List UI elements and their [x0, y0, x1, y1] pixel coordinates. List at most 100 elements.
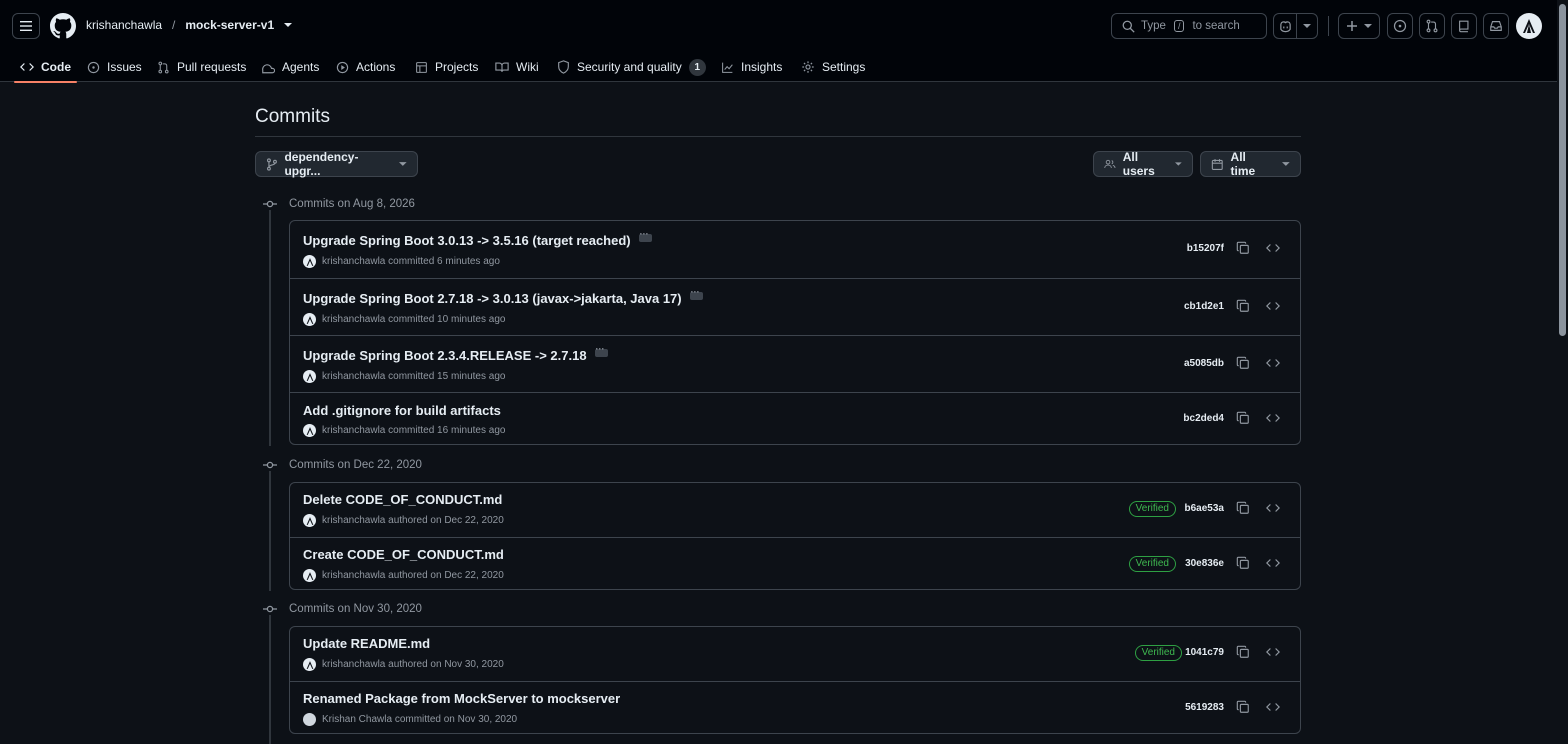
branch-name: dependency-upgr... [284, 150, 359, 178]
expand-message-button[interactable] [594, 344, 608, 357]
verified-badge[interactable]: Verified [1134, 645, 1182, 661]
scrollbar-thumb[interactable] [1559, 4, 1566, 336]
commit-sha[interactable]: b6ae53a [1185, 503, 1224, 514]
author-avatar[interactable] [303, 313, 316, 326]
copy-icon[interactable] [1236, 241, 1250, 255]
commit-row: Add .gitignore for build artifacts krish… [290, 392, 1300, 444]
issues-button[interactable] [1387, 13, 1413, 39]
time-filter-button[interactable]: All time [1200, 150, 1301, 178]
tab-pull-requests[interactable]: Pull requests [157, 52, 246, 82]
author-avatar[interactable] [303, 569, 316, 582]
commit-sha[interactable]: a5085db [1184, 358, 1224, 369]
breadcrumb-repo[interactable]: mock-server-v1 [185, 18, 274, 32]
tab-settings[interactable]: Settings [801, 52, 865, 82]
author-avatar[interactable] [303, 370, 316, 383]
commit-group-date: Commits on Nov 30, 2020 [289, 603, 422, 615]
commit-sha[interactable]: 5619283 [1185, 702, 1224, 713]
tab-label: Issues [107, 60, 142, 74]
pull-request-icon [1426, 19, 1438, 33]
commit-group-date: Commits on Aug 8, 2026 [289, 198, 415, 210]
user-avatar[interactable] [1516, 13, 1542, 39]
commit-message-link[interactable]: Renamed Package from MockServer to mocks… [303, 691, 620, 706]
search-input[interactable]: Type / to search [1111, 13, 1267, 39]
commit-author[interactable]: krishanchawla [322, 659, 385, 670]
copy-icon[interactable] [1236, 645, 1250, 659]
issue-icon [87, 61, 100, 73]
commit-message-link[interactable]: Upgrade Spring Boot 3.0.13 -> 3.5.16 (ta… [303, 233, 631, 248]
github-logo[interactable] [50, 13, 76, 39]
author-avatar[interactable] [303, 713, 316, 726]
copy-icon[interactable] [1236, 411, 1250, 425]
create-new-button[interactable] [1338, 13, 1380, 39]
copilot-button[interactable] [1273, 13, 1297, 39]
copy-icon[interactable] [1236, 356, 1250, 370]
browse-code-icon[interactable] [1266, 300, 1280, 312]
commit-message-link[interactable]: Upgrade Spring Boot 2.7.18 -> 3.0.13 (ja… [303, 291, 682, 306]
tab-wiki[interactable]: Wiki [495, 52, 539, 82]
inbox-button[interactable] [1483, 13, 1509, 39]
browse-code-icon[interactable] [1266, 242, 1280, 254]
author-avatar[interactable] [303, 658, 316, 671]
tab-code[interactable]: Code [14, 52, 77, 83]
browse-code-icon[interactable] [1266, 557, 1280, 569]
repositories-button[interactable] [1451, 13, 1477, 39]
commit-icon [263, 200, 277, 208]
tab-agents[interactable]: Agents [261, 52, 319, 82]
browse-code-icon[interactable] [1266, 412, 1280, 424]
commit-author[interactable]: krishanchawla [322, 256, 385, 267]
pull-request-icon [158, 61, 169, 73]
copilot-menu-button[interactable] [1296, 13, 1318, 39]
commit-message-link[interactable]: Upgrade Spring Boot 2.3.4.RELEASE -> 2.7… [303, 348, 587, 363]
commit-sha[interactable]: 1041c79 [1185, 647, 1224, 658]
commit-message-link[interactable]: Add .gitignore for build artifacts [303, 403, 501, 418]
breadcrumb-owner[interactable]: krishanchawla [86, 18, 162, 32]
commit-sha[interactable]: cb1d2e1 [1184, 301, 1224, 312]
commit-author[interactable]: krishanchawla [322, 371, 385, 382]
commit-title: Update README.md [303, 636, 430, 651]
commit-message-link[interactable]: Update README.md [303, 636, 430, 651]
expand-message-button[interactable] [638, 229, 652, 242]
author-avatar[interactable] [303, 255, 316, 268]
author-avatar[interactable] [303, 514, 316, 527]
copy-icon[interactable] [1236, 299, 1250, 313]
commit-sha[interactable]: 30e836e [1185, 558, 1224, 569]
tab-projects[interactable]: Projects [415, 52, 478, 82]
commit-meta: krishanchawla committed 15 minutes ago [303, 370, 505, 383]
author-avatar[interactable] [303, 424, 316, 437]
browse-code-icon[interactable] [1266, 646, 1280, 658]
repo-dropdown-icon[interactable] [284, 22, 293, 28]
copy-icon[interactable] [1236, 556, 1250, 570]
commit-sha[interactable]: b15207f [1187, 243, 1224, 254]
commit-meta: krishanchawla authored on Nov 30, 2020 [303, 658, 504, 671]
verified-badge[interactable]: Verified [1128, 556, 1176, 572]
pull-requests-button[interactable] [1419, 13, 1445, 39]
commit-author[interactable]: krishanchawla [322, 515, 385, 526]
tab-issues[interactable]: Issues [87, 52, 142, 82]
commit-author[interactable]: Krishan Chawla [322, 714, 392, 725]
commit-sha[interactable]: bc2ded4 [1183, 413, 1224, 424]
copy-icon[interactable] [1236, 501, 1250, 515]
tab-actions[interactable]: Actions [336, 52, 395, 82]
menu-button[interactable] [12, 13, 40, 39]
verified-badge[interactable]: Verified [1128, 501, 1176, 517]
commit-author[interactable]: krishanchawla [322, 314, 385, 325]
branch-selector-button[interactable]: dependency-upgr... [255, 150, 418, 178]
tab-insights[interactable]: Insights [721, 52, 782, 82]
avatar-glyph-icon [306, 426, 313, 435]
browse-code-icon[interactable] [1266, 502, 1280, 514]
tab-label: Agents [282, 60, 320, 74]
commit-message-link[interactable]: Delete CODE_OF_CONDUCT.md [303, 492, 502, 507]
commit-author[interactable]: krishanchawla [322, 570, 385, 581]
commit-time: committed on Nov 30, 2020 [394, 714, 518, 725]
tab-security[interactable]: Security and quality 1 [557, 52, 706, 82]
users-filter-button[interactable]: All users [1093, 150, 1193, 178]
browse-code-icon[interactable] [1266, 701, 1280, 713]
commit-message-link[interactable]: Create CODE_OF_CONDUCT.md [303, 547, 504, 562]
browse-code-icon[interactable] [1266, 357, 1280, 369]
copy-icon[interactable] [1236, 700, 1250, 714]
commit-meta: krishanchawla committed 16 minutes ago [303, 424, 505, 437]
expand-message-button[interactable] [689, 287, 703, 300]
graph-icon [722, 62, 733, 73]
commit-author[interactable]: krishanchawla [322, 425, 385, 436]
repo-tabs: Code Issues Pull requests Agents Actions… [0, 52, 1568, 83]
